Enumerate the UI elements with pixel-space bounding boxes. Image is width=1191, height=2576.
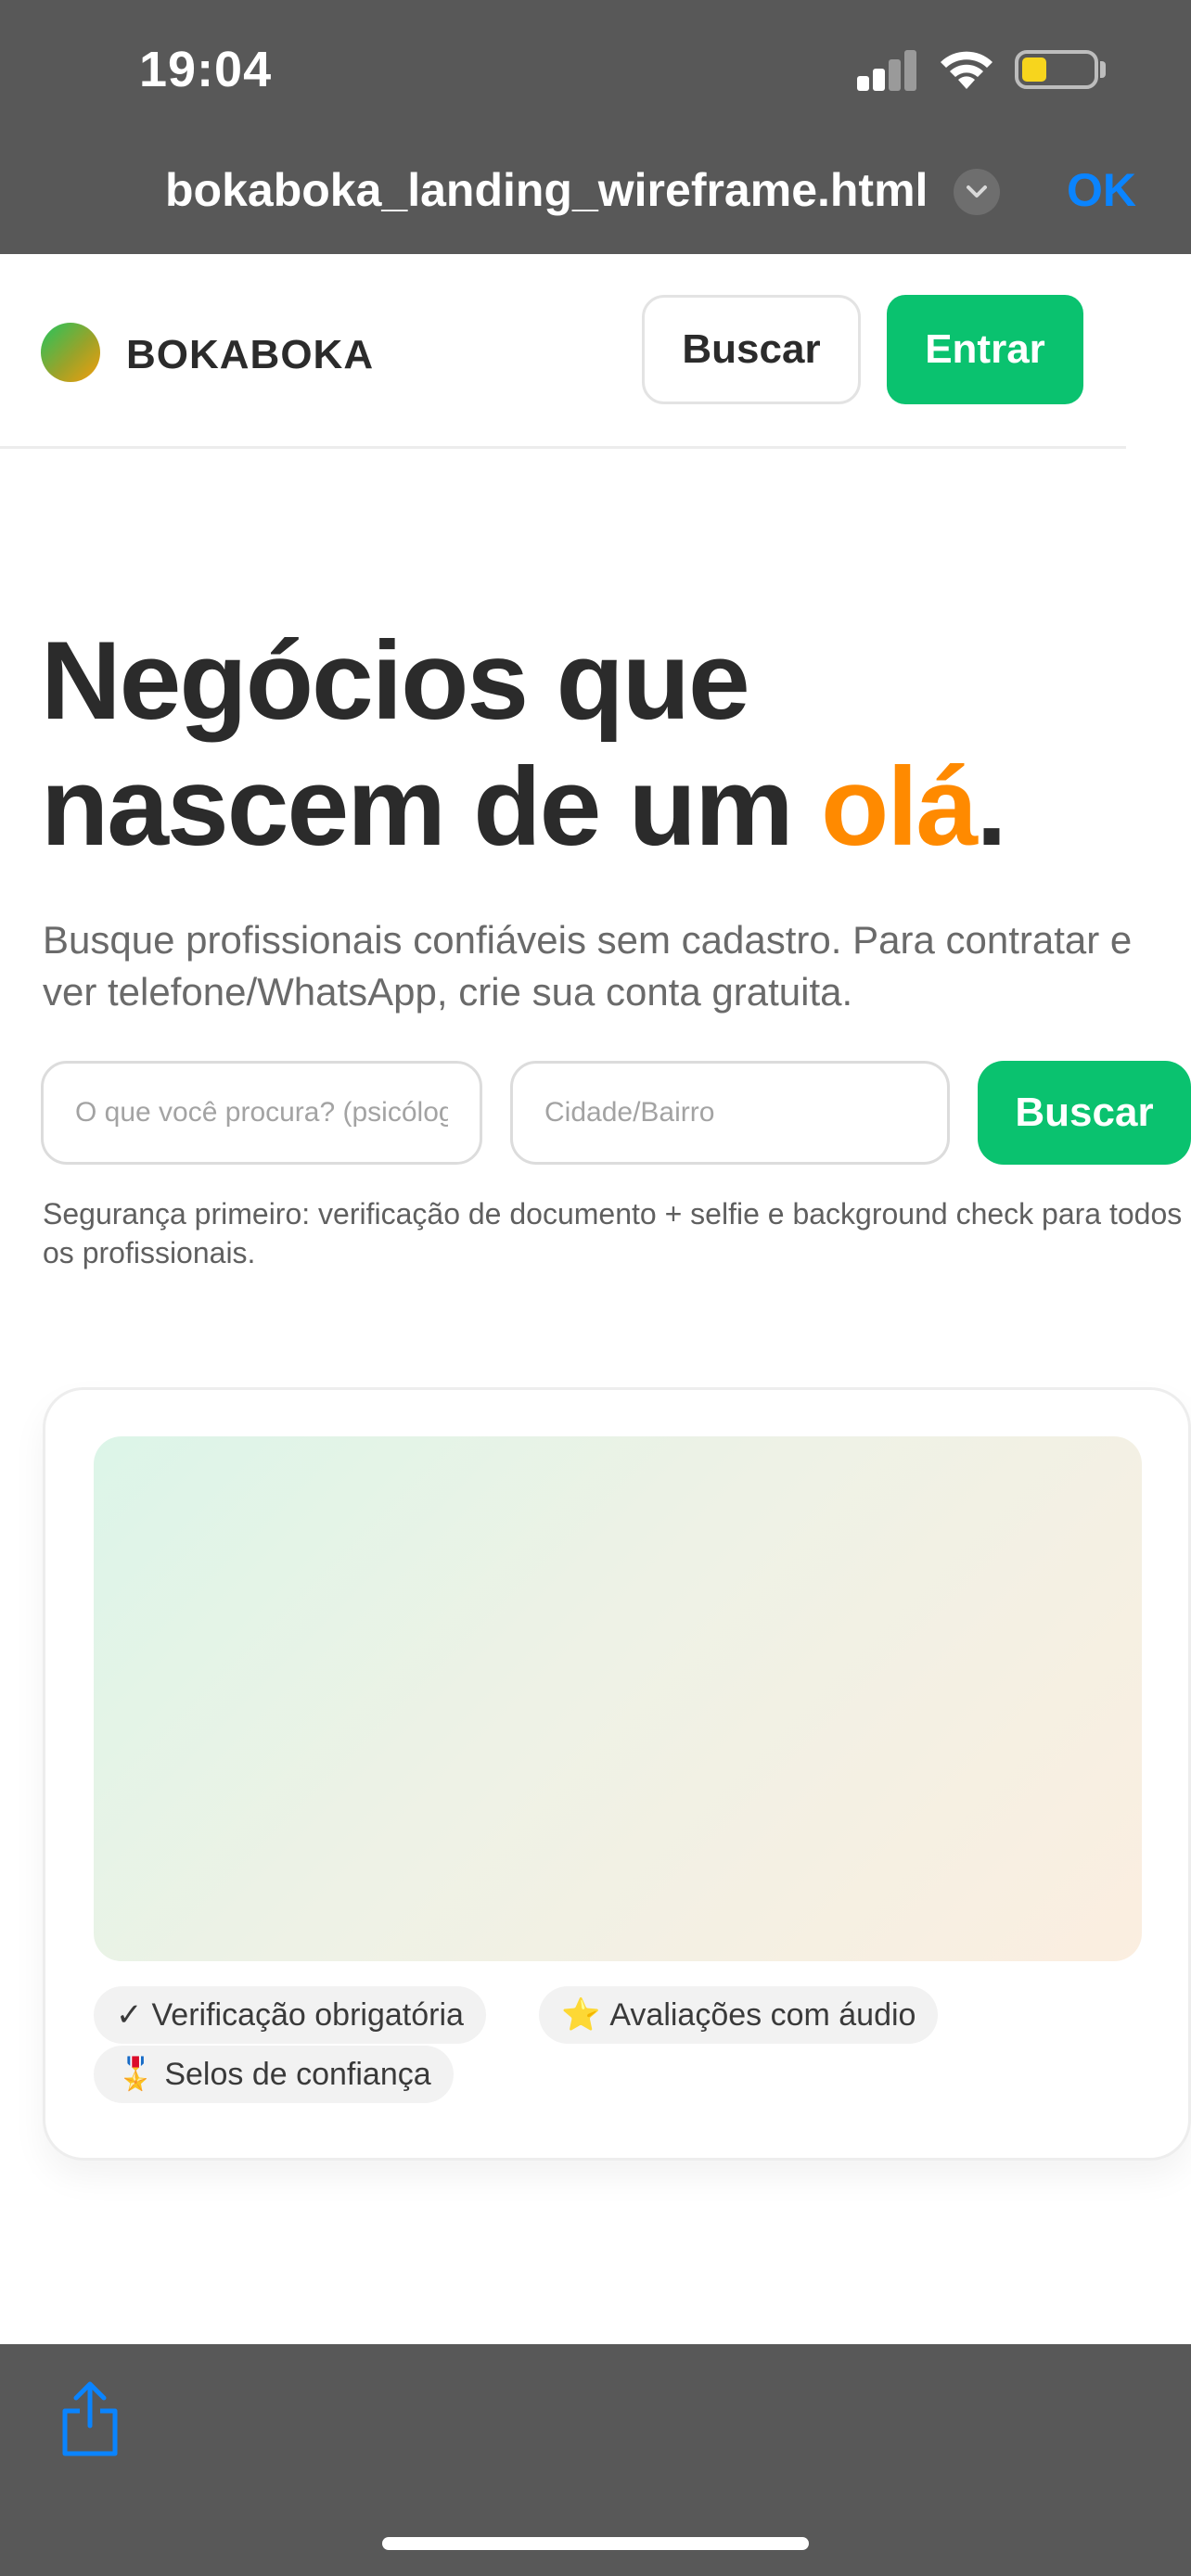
landing-page: BOKABOKA Buscar Entrar Negócios que nasc… [0, 254, 1191, 2344]
nav-search-button[interactable]: Buscar [642, 295, 861, 404]
star-icon: ⭐ [561, 1997, 601, 2033]
share-icon[interactable] [58, 2379, 122, 2457]
chip-label: Avaliações com áudio [609, 1996, 916, 2033]
wifi-icon [941, 51, 992, 89]
battery-tip [1100, 61, 1106, 78]
done-button[interactable]: OK [1067, 163, 1136, 217]
status-time: 19:04 [139, 42, 273, 97]
hero-title-accent: olá [821, 745, 978, 869]
hero-subtitle: Busque profissionais confiáveis sem cada… [43, 918, 1133, 1014]
home-indicator [382, 2537, 809, 2550]
top-nav: BOKABOKA Buscar Entrar [0, 254, 1126, 449]
brand-name[interactable]: BOKABOKA [126, 332, 374, 378]
chip-label: Selos de confiança [164, 2056, 431, 2092]
status-bar: 19:04 [0, 0, 1191, 139]
city-input[interactable] [510, 1061, 950, 1165]
battery-icon [1015, 50, 1098, 89]
file-name-title[interactable]: bokaboka_landing_wireframe.html [165, 163, 928, 217]
hero-image-placeholder [94, 1436, 1142, 1961]
brand-logo-icon[interactable] [41, 323, 100, 382]
file-options-chevron-icon[interactable] [954, 169, 1000, 215]
hero-title: Negócios que nascem de um olá. [41, 618, 1154, 870]
hero-title-line2: nascem de um [41, 745, 822, 869]
search-submit-button[interactable]: Buscar [978, 1061, 1191, 1165]
service-search-input[interactable] [41, 1061, 482, 1165]
hero-title-line1: Negócios que [41, 618, 750, 743]
cellular-signal-icon [857, 48, 918, 91]
chip-trust-seals: 🎖️ Selos de confiança [94, 2046, 454, 2103]
hero-card: ✓ Verificação obrigatória ⭐ Avaliações c… [43, 1387, 1191, 2161]
chip-verification: ✓ Verificação obrigatória [94, 1986, 486, 2044]
medal-icon: 🎖️ [116, 2057, 156, 2092]
battery-level-fill [1022, 57, 1046, 82]
login-button[interactable]: Entrar [887, 295, 1083, 404]
chip-label: Verificação obrigatória [151, 1996, 464, 2033]
hero-title-suffix: . [976, 745, 1006, 869]
check-icon: ✓ [116, 1997, 143, 2033]
safety-note: Segurança primeiro: verificação de docum… [43, 1197, 1183, 1269]
chip-audio-reviews: ⭐ Avaliações com áudio [539, 1986, 939, 2044]
